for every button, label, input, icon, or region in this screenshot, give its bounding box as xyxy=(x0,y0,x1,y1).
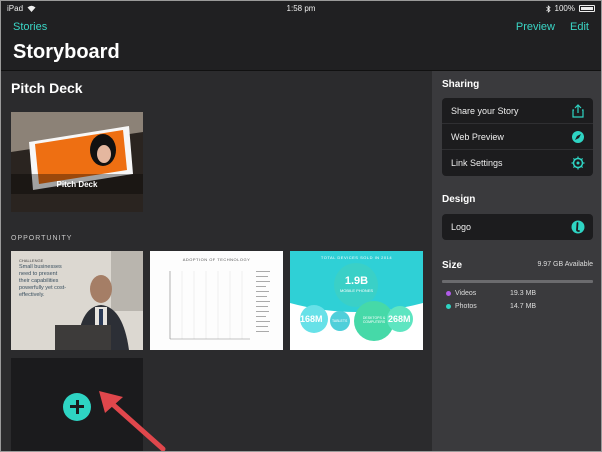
design-group: Logo xyxy=(442,214,593,240)
desktops-value: 268M xyxy=(388,314,411,324)
photos-legend: Photos 14.7 MB xyxy=(446,303,586,310)
photos-size: 14.7 MB xyxy=(510,303,537,310)
videos-dot xyxy=(446,290,451,296)
logo-icon xyxy=(571,220,585,234)
link-settings-row[interactable]: Link Settings xyxy=(442,150,593,176)
line-chart-thumbnail xyxy=(169,271,270,340)
tablets-label: TABLETS xyxy=(332,319,348,323)
ipad-screen: iPad 1:58 pm 100% Stories Preview Edit S… xyxy=(0,0,602,452)
sharing-group: Share your Story Web Preview Link Settin… xyxy=(442,98,593,176)
section-title: Pitch Deck xyxy=(11,80,83,96)
status-bar: iPad 1:58 pm 100% xyxy=(1,1,601,15)
videos-legend: Videos 19.3 MB xyxy=(446,290,586,297)
arrow-annotation xyxy=(99,391,166,451)
plus-icon[interactable] xyxy=(63,393,91,421)
videos-size: 19.3 MB xyxy=(510,290,537,297)
preview-button[interactable]: Preview xyxy=(516,21,555,33)
photos-label: Photos xyxy=(455,303,477,310)
storyboard-canvas: Pitch Deck Pitch Deck OPPORTUNITY CHALLE… xyxy=(1,71,432,451)
share-icon xyxy=(572,104,584,118)
tablets-value: 168M xyxy=(300,314,323,324)
challenge-tile[interactable]: CHALLENGE Small businesses need to prese… xyxy=(11,251,143,350)
compass-icon xyxy=(572,131,584,143)
nav-bar: Stories Preview Edit Storyboard xyxy=(1,15,601,71)
videos-label: Videos xyxy=(455,290,477,297)
desktops-label: DESKTOPS & COMPUTERS xyxy=(362,316,386,324)
size-available: 9.97 GB Available xyxy=(537,261,593,268)
web-preview-label: Web Preview xyxy=(451,131,504,142)
challenge-heading: CHALLENGE xyxy=(19,258,44,263)
link-settings-label: Link Settings xyxy=(451,158,503,168)
photos-dot xyxy=(446,303,451,309)
size-heading: Size xyxy=(442,260,463,271)
edit-button[interactable]: Edit xyxy=(570,21,589,33)
sharing-heading: Sharing xyxy=(442,79,480,90)
gear-icon xyxy=(571,156,585,170)
clock: 1:58 pm xyxy=(286,4,316,13)
devices-heading: TOTAL DEVICES SOLD IN 2014 xyxy=(320,255,393,260)
devices-tile[interactable]: TOTAL DEVICES SOLD IN 2014 1.9B MOBILE P… xyxy=(290,251,423,350)
section-label-opportunity: OPPORTUNITY xyxy=(11,235,73,242)
share-story-row[interactable]: Share your Story xyxy=(442,98,593,124)
battery-percent: 100% xyxy=(554,4,575,13)
sidebar: Sharing Share your Story Web Preview Lin… xyxy=(432,71,601,451)
logo-row[interactable]: Logo xyxy=(442,214,593,240)
cover-image xyxy=(11,112,143,212)
page-title: Storyboard xyxy=(13,41,120,63)
mobile-value: 1.9B xyxy=(344,275,369,287)
logo-label: Logo xyxy=(451,222,472,232)
bluetooth-icon xyxy=(545,4,551,13)
adoption-chart-tile[interactable]: ADOPTION OF TECHNOLOGY xyxy=(150,251,283,350)
web-preview-row[interactable]: Web Preview xyxy=(442,124,593,150)
cover-tile[interactable]: Pitch Deck xyxy=(11,112,143,212)
challenge-text: Small businesses need to present their c… xyxy=(19,264,67,298)
battery-icon xyxy=(579,5,595,12)
back-button[interactable]: Stories xyxy=(13,21,47,33)
design-heading: Design xyxy=(442,194,476,205)
storage-bar xyxy=(442,280,593,283)
share-story-label: Share your Story xyxy=(451,105,519,116)
devices-graphic xyxy=(290,251,423,350)
mobile-label: MOBILE PHONES xyxy=(339,288,374,293)
cover-title: Pitch Deck xyxy=(56,180,98,189)
